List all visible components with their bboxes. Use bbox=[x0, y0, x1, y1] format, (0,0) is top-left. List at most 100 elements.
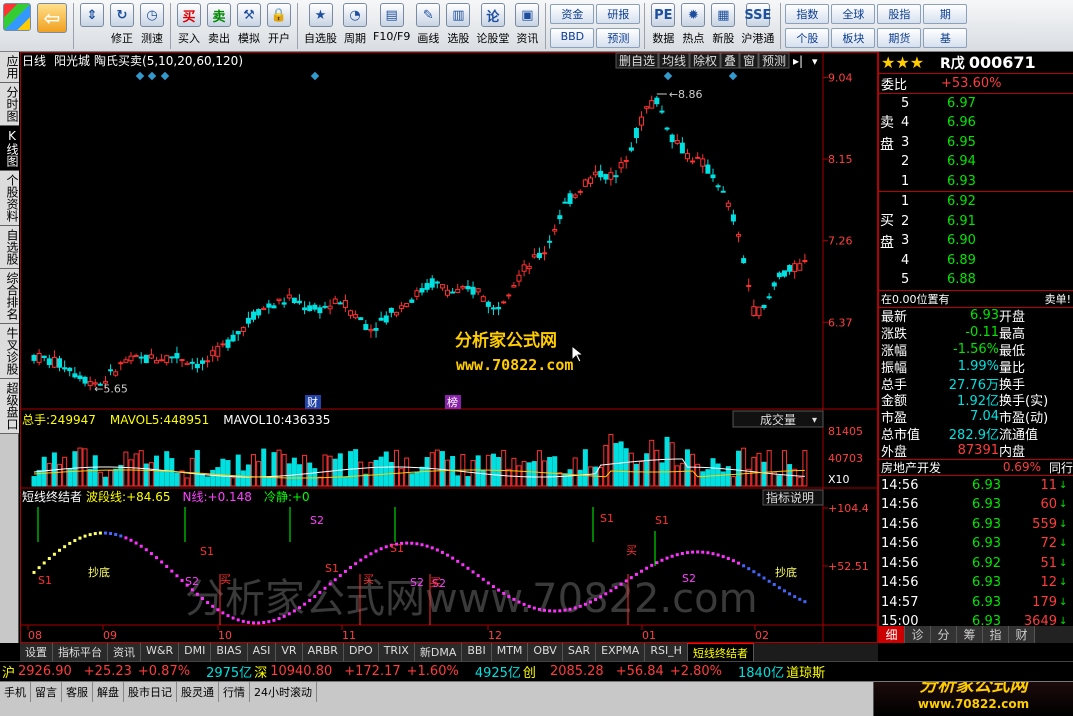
toolbar-button-hk[interactable]: SSE 沪港通 bbox=[741, 0, 774, 50]
position-text: 在0.00位置有 bbox=[881, 292, 950, 306]
buy-level[interactable]: 5 6.88 bbox=[879, 270, 1073, 290]
indicator-tab-18[interactable]: 短线终结者 bbox=[687, 643, 754, 661]
chart-menu-icon[interactable]: ▾ bbox=[812, 55, 818, 68]
indicator-tab-4[interactable]: DMI bbox=[179, 643, 212, 661]
service-link-7[interactable]: 24小时滚动 bbox=[250, 682, 317, 702]
indicator-tab-11[interactable]: 新DMA bbox=[414, 643, 463, 661]
quick-button-4-1[interactable]: 研报 bbox=[596, 4, 641, 24]
indicator-tab-14[interactable]: OBV bbox=[528, 643, 563, 661]
indicator-tab-16[interactable]: EXPMA bbox=[596, 643, 646, 661]
service-link-6[interactable]: 行情 bbox=[219, 682, 250, 702]
quick-button-6-7[interactable]: 基 bbox=[923, 28, 968, 48]
quick-button-4-0[interactable]: 资金 bbox=[550, 4, 595, 24]
service-link-1[interactable]: 留言 bbox=[31, 682, 62, 702]
indicator-tab-1[interactable]: 指标平台 bbox=[53, 643, 108, 661]
sell-level[interactable]: 5 6.97 bbox=[879, 94, 1073, 114]
quote-tab-5[interactable]: 财 bbox=[1009, 626, 1035, 643]
toolbar-button-sell[interactable]: 卖卖出 bbox=[207, 0, 231, 50]
quote-tab-1[interactable]: 诊 bbox=[905, 626, 931, 643]
sell-level[interactable]: 1 6.93 bbox=[879, 172, 1073, 192]
indicator-header: 短线终结者 波段线:+84.65 N线:+0.148 冷静:+0 bbox=[22, 489, 310, 504]
indicator-tab-0[interactable]: 设置 bbox=[20, 643, 53, 661]
indicator-tab-10[interactable]: TRIX bbox=[378, 643, 415, 661]
toolbar-button-fire[interactable]: ✹ 热点 bbox=[681, 0, 706, 50]
service-link-5[interactable]: 股灵通 bbox=[177, 682, 219, 702]
toolbar-button-lock[interactable]: 🔒 开户 bbox=[267, 0, 291, 50]
quick-button-6-5[interactable]: 板块 bbox=[831, 28, 876, 48]
sell-level[interactable]: 3 6.95 bbox=[879, 133, 1073, 153]
event-diamond-icon[interactable] bbox=[310, 71, 320, 81]
quick-button-6-4[interactable]: 个股 bbox=[785, 28, 830, 48]
left-tab-0[interactable]: 应用 bbox=[0, 52, 19, 83]
toolbar-button-pen[interactable]: ✎ 画线 bbox=[416, 0, 441, 50]
toolbar-button-forum[interactable]: 论论股堂 bbox=[476, 0, 509, 50]
rating-stars-icon: ★★★ bbox=[881, 53, 925, 72]
toolbar-button-up-down-arrows[interactable]: ⇕ bbox=[80, 0, 104, 50]
quick-button-4-3[interactable]: 预测 bbox=[596, 28, 641, 48]
chart-area[interactable]: 日线 阳光城 陶氏买卖(5,10,20,60,120) 删自选 均线 除权叠窗预测 ▸| ▾ 9… bbox=[20, 52, 878, 643]
toolbar-button-f10[interactable]: ▤ F10/F9 bbox=[373, 0, 410, 50]
price-label: 7.26 bbox=[828, 235, 853, 248]
toolbar-button-star[interactable]: ★ 自选股 bbox=[304, 0, 337, 50]
indicator-tab-5[interactable]: BIAS bbox=[211, 643, 248, 661]
left-tab-3[interactable]: 个股资料 bbox=[0, 171, 19, 226]
left-tab-6[interactable]: 牛叉诊股 bbox=[0, 324, 19, 379]
quick-button-6-2[interactable]: 股指 bbox=[877, 4, 922, 24]
toolbar-button-hammer[interactable]: ⚒ 模拟 bbox=[237, 0, 261, 50]
quote-tab-3[interactable]: 筹 bbox=[957, 626, 983, 643]
left-tab-4[interactable]: 自选股 bbox=[0, 226, 19, 269]
buy-level[interactable]: 1 6.92 bbox=[879, 192, 1073, 212]
event-diamond-icon[interactable] bbox=[160, 71, 170, 81]
indicator-tab-7[interactable]: VR bbox=[276, 643, 303, 661]
quick-button-6-6[interactable]: 期货 bbox=[877, 28, 922, 48]
toolbar-button-buy[interactable]: 买买入 bbox=[177, 0, 201, 50]
quick-button-6-1[interactable]: 全球 bbox=[831, 4, 876, 24]
volume-bar bbox=[618, 441, 624, 487]
buy-level[interactable]: 2 6.91 bbox=[879, 212, 1073, 232]
quote-tab-4[interactable]: 指 bbox=[983, 626, 1009, 643]
indicator-tab-12[interactable]: BBI bbox=[462, 643, 492, 661]
event-diamond-icon[interactable] bbox=[135, 71, 145, 81]
quick-button-6-3[interactable]: 期 bbox=[923, 4, 968, 24]
quote-tab-0[interactable]: 细 bbox=[879, 626, 905, 643]
left-tab-2[interactable]: K线图 bbox=[0, 126, 19, 171]
service-link-3[interactable]: 解盘 bbox=[93, 682, 124, 702]
toolbar-button-new-stock[interactable]: ▦ 新股 bbox=[711, 0, 736, 50]
service-link-2[interactable]: 客服 bbox=[62, 682, 93, 702]
sell-level[interactable]: 4 6.96 bbox=[879, 113, 1073, 133]
sell-level[interactable]: 2 6.94 bbox=[879, 152, 1073, 172]
toolbar-button-clock[interactable]: ◷ 测速 bbox=[140, 0, 164, 50]
toolbar-button-refresh[interactable]: ↻ 修正 bbox=[110, 0, 134, 50]
quick-button-6-0[interactable]: 指数 bbox=[785, 4, 830, 24]
indicator-tab-6[interactable]: ASI bbox=[247, 643, 277, 661]
quick-button-4-2[interactable]: BBD bbox=[550, 28, 595, 48]
indicator-tab-17[interactable]: RSI_H bbox=[645, 643, 688, 661]
service-link-0[interactable]: 手机 bbox=[0, 682, 31, 702]
event-diamond-icon[interactable] bbox=[147, 71, 157, 81]
indicator-tab-2[interactable]: 资讯 bbox=[108, 643, 141, 661]
indicator-tab-15[interactable]: SAR bbox=[562, 643, 597, 661]
left-tab-7[interactable]: 超级盘口 bbox=[0, 379, 19, 434]
left-tab-1[interactable]: 分时图 bbox=[0, 83, 19, 126]
service-link-4[interactable]: 股市日记 bbox=[124, 682, 177, 702]
quote-tab-2[interactable]: 分 bbox=[931, 626, 957, 643]
left-tab-5[interactable]: 综合排名 bbox=[0, 269, 19, 324]
event-diamond-icon[interactable] bbox=[663, 71, 673, 81]
toolbar-button-pick[interactable]: ▥ 选股 bbox=[446, 0, 471, 50]
sector-row[interactable]: 房地产开发 0.69% 同行 bbox=[879, 458, 1073, 476]
dow-jones-label[interactable]: 道琼斯 bbox=[786, 662, 825, 681]
event-diamond-icon[interactable] bbox=[728, 71, 738, 81]
toolbar-button-news[interactable]: ▣ 资讯 bbox=[515, 0, 540, 50]
buy-level[interactable]: 3 6.90 bbox=[879, 231, 1073, 251]
indicator-tab-8[interactable]: ARBR bbox=[302, 643, 344, 661]
buy-level[interactable]: 4 6.89 bbox=[879, 251, 1073, 271]
indicator-tab-3[interactable]: W&R bbox=[141, 643, 180, 661]
toolbar-button-pe[interactable]: PE 数据 bbox=[651, 0, 676, 50]
indicator-tab-9[interactable]: DPO bbox=[343, 643, 379, 661]
indicator-tab-13[interactable]: MTM bbox=[491, 643, 529, 661]
chart-canvas[interactable]: 日线 阳光城 陶氏买卖(5,10,20,60,120) 删自选 均线 除权叠窗预测 ▸| ▾ 9… bbox=[20, 52, 878, 643]
toolbar-button-cycle[interactable]: ◔ 周期 bbox=[343, 0, 367, 50]
toolbar-button-back-arrow[interactable]: ⇦ bbox=[37, 0, 67, 50]
toolbar-button-windows-logo[interactable]: ▦ bbox=[3, 0, 31, 50]
collapse-icon[interactable]: ▸| bbox=[793, 54, 803, 68]
